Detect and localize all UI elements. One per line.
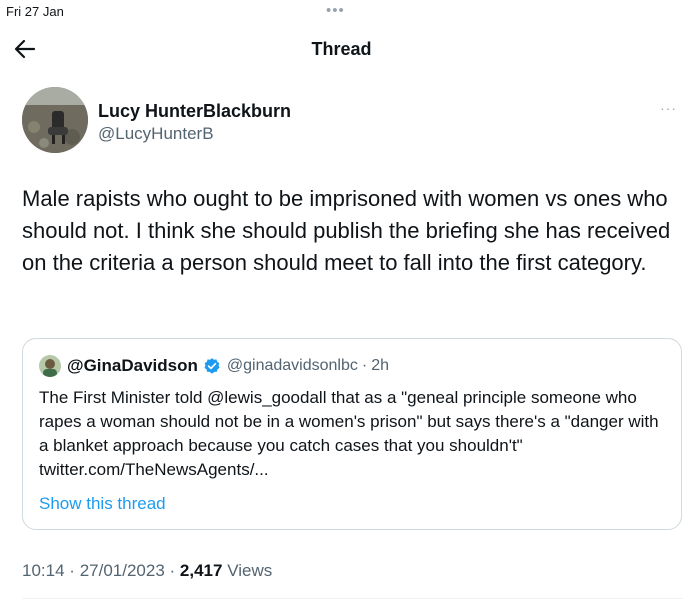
separator-dot: ·	[361, 357, 368, 374]
more-options-button[interactable]: ···	[660, 100, 677, 116]
author-name[interactable]: Lucy HunterBlackburn	[98, 101, 291, 122]
quoted-avatar[interactable]	[39, 355, 61, 377]
avatar[interactable]	[22, 87, 88, 153]
quoted-author-handle[interactable]: @ginadavidsonlbc	[227, 357, 358, 375]
show-thread-link[interactable]: Show this thread	[39, 494, 166, 514]
avatar-image	[22, 87, 88, 153]
page-title: Thread	[311, 39, 372, 59]
multitasking-dots[interactable]: •••	[326, 3, 345, 18]
status-date: Fri 27 Jan	[6, 4, 64, 19]
tweet-text: Male rapists who ought to be imprisoned …	[22, 186, 671, 275]
tweet-meta: 10:14 · 27/01/2023 · 2,417 Views	[22, 561, 272, 581]
separator-dot: ·	[169, 561, 176, 580]
quoted-tweet-header: @GinaDavidson @ginadavidsonlbc · 2h	[39, 355, 389, 377]
status-bar: Fri 27 Jan •••	[0, 0, 683, 22]
tweet-date[interactable]: 27/01/2023	[80, 561, 165, 580]
quoted-avatar-image	[39, 355, 61, 377]
quoted-timestamp[interactable]: 2h	[371, 357, 389, 375]
quoted-author-name[interactable]: @GinaDavidson	[67, 356, 198, 376]
tweet-time[interactable]: 10:14	[22, 561, 65, 580]
quoted-tweet-text: The First Minister told @lewis_goodall t…	[39, 388, 659, 479]
author-handle[interactable]: @LucyHunterB	[98, 124, 214, 144]
quoted-tweet-card[interactable]: @GinaDavidson @ginadavidsonlbc · 2h The …	[22, 338, 682, 530]
verified-badge-icon	[203, 357, 221, 375]
views-count[interactable]: 2,417	[180, 561, 223, 580]
separator-dot: ·	[69, 561, 75, 580]
divider	[22, 598, 683, 599]
top-nav: Thread	[0, 22, 683, 76]
views-label[interactable]: Views	[227, 561, 272, 580]
